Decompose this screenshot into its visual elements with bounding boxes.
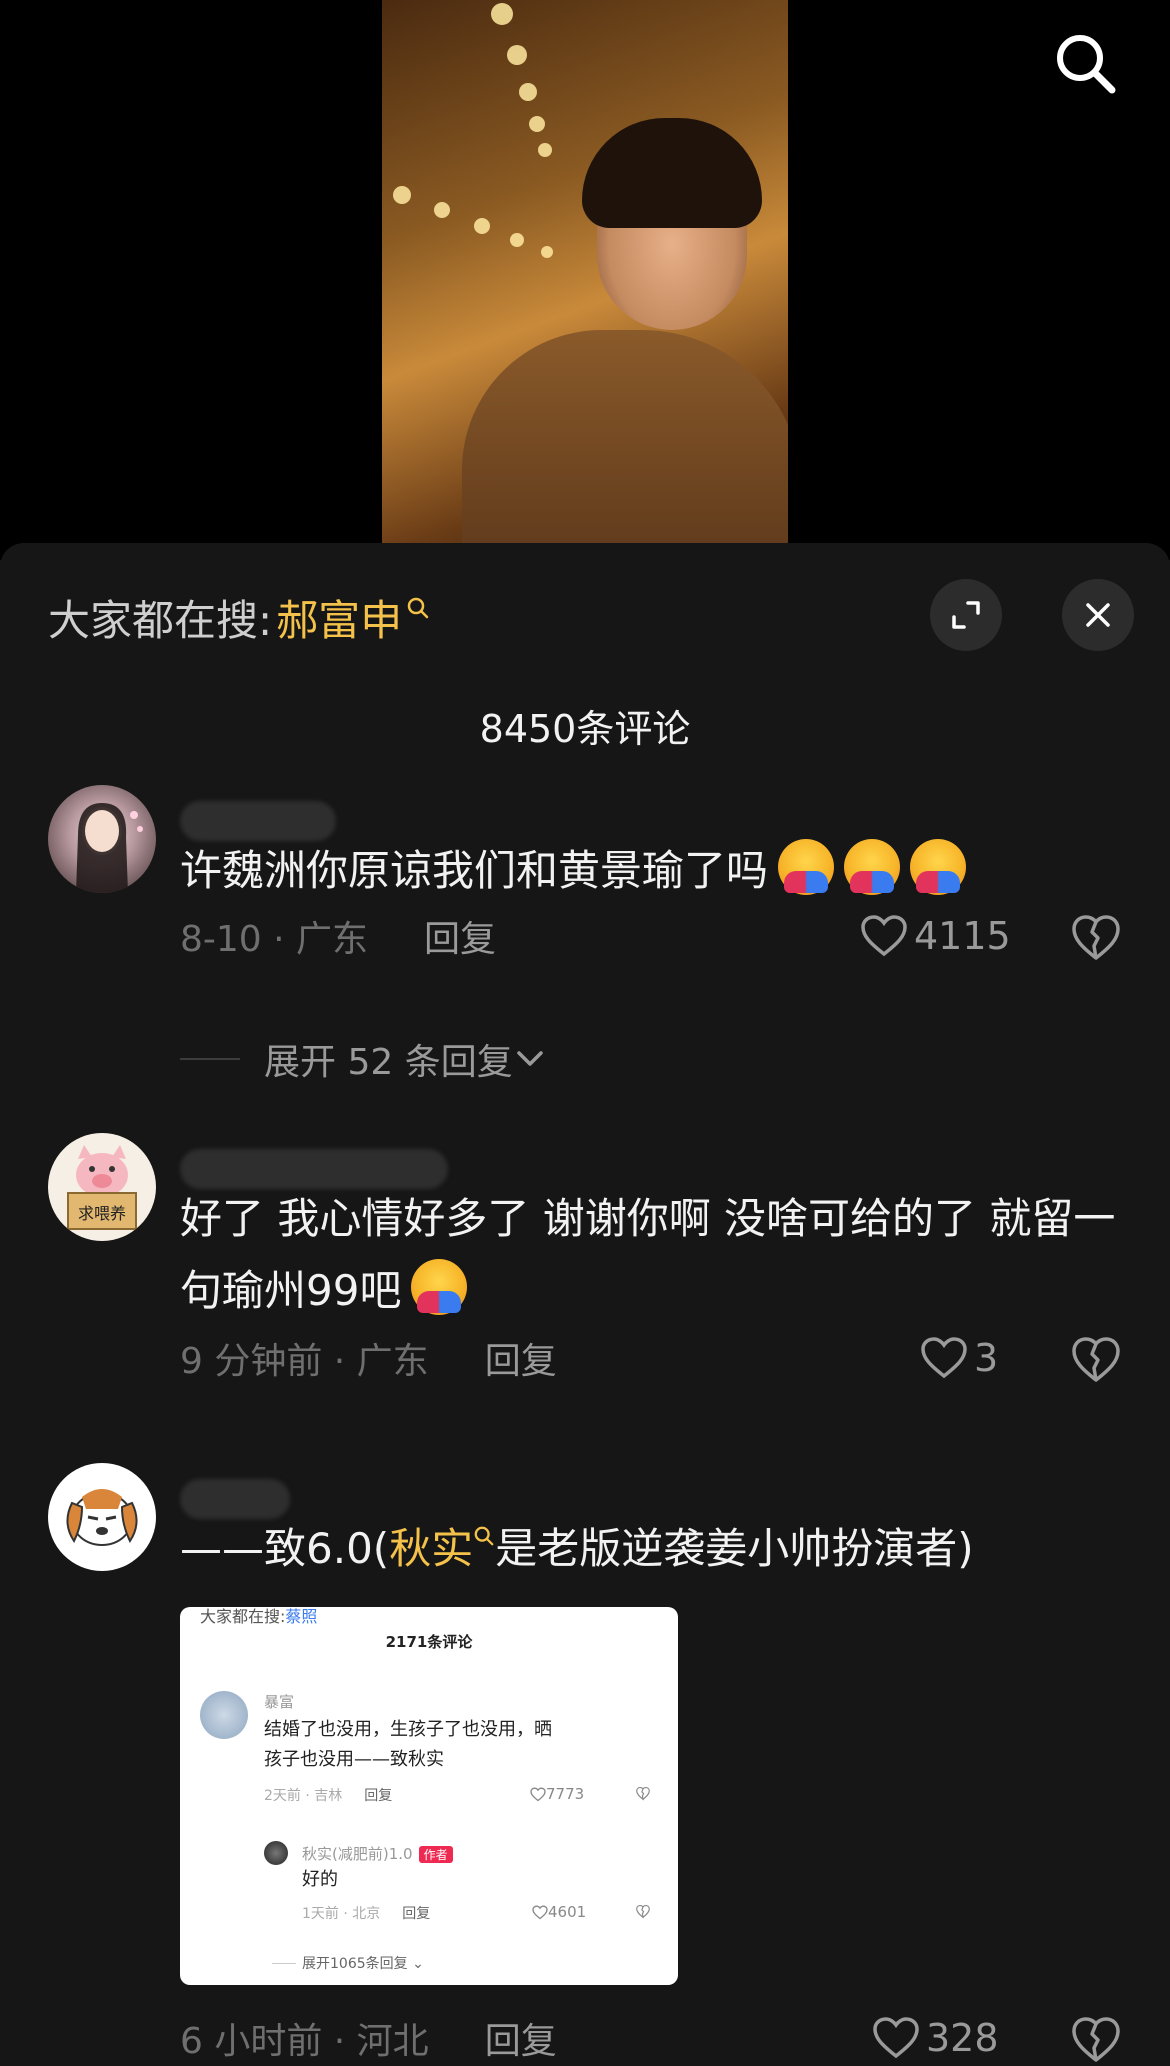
comment-meta: 6 小时前 · 河北 回复 xyxy=(180,2013,557,2063)
card-comment-meta: 2天前 · 吉林 回复 xyxy=(264,1788,393,1804)
hot-search-term[interactable]: 秋实 xyxy=(389,1524,473,1573)
like-button[interactable]: 3 xyxy=(920,1330,998,1386)
comment-text: 许魏洲你原谅我们和黄景瑜了吗 xyxy=(180,835,1120,907)
comment-count: 8450条评论 xyxy=(479,707,691,751)
hot-search-term[interactable]: 郝富申 xyxy=(276,587,402,648)
divider-line xyxy=(180,1058,240,1060)
hug-emoji xyxy=(411,1259,468,1315)
avatar[interactable] xyxy=(48,785,156,893)
broken-heart-icon xyxy=(636,1786,650,1801)
embedded-screenshot[interactable]: 大家都在搜:蔡照 2171条评论 暴富 结婚了也没用，生孩子了也没用，晒孩子也没… xyxy=(180,1607,678,1985)
video-frame xyxy=(382,0,788,545)
card-like: 7773 xyxy=(530,1785,584,1803)
card-comment-count: 2171条评论 xyxy=(385,1633,473,1651)
card-author-name: 秋实(减肥前)1.0 作者 xyxy=(302,1843,453,1864)
avatar-portrait xyxy=(76,803,143,893)
comment-text: 好了 我心情好多了 谢谢你啊 没啥可给的了 就留一句瑜州99吧 xyxy=(180,1194,1116,1315)
card-comment-text: 结婚了也没用，生孩子了也没用，晒孩子也没用——致秋实 xyxy=(264,1719,552,1770)
broken-heart-icon[interactable] xyxy=(1068,908,1124,964)
dog-avatar xyxy=(66,1489,138,1546)
card-username: 暴富 xyxy=(264,1693,295,1711)
search-icon xyxy=(407,597,429,619)
comment-meta: 8-10 · 广东 回复 xyxy=(180,911,496,961)
like-count: 328 xyxy=(926,2016,999,2060)
search-icon[interactable] xyxy=(1050,28,1120,98)
comment-panel: 大家都在搜: 郝富申 8450条评论 许魏洲你原谅我们和黄景瑜了吗 8-10 ·… xyxy=(0,543,1170,2063)
reply-button[interactable]: 回复 xyxy=(485,1332,557,1384)
card-author-avatar xyxy=(264,1841,288,1865)
card-expand-replies: 展开1065条回复 ⌄ xyxy=(272,1953,424,1973)
chevron-down-icon xyxy=(516,1051,543,1066)
expand-replies-label: 展开 52 条回复 xyxy=(264,1042,513,1083)
hug-emoji xyxy=(778,839,835,895)
comment-time-location: 6 小时前 · 河北 xyxy=(180,2021,429,2062)
pig-in-box-avatar: 求喂养 xyxy=(67,1145,137,1230)
hot-search-prefix: 大家都在搜: xyxy=(48,595,273,645)
fullscreen-icon xyxy=(952,601,980,629)
close-button[interactable] xyxy=(1062,579,1134,651)
comment-time-location: 9 分钟前 · 广东 xyxy=(180,1341,429,1382)
hot-search-bar[interactable]: 大家都在搜: 郝富申 xyxy=(48,587,430,647)
video-player[interactable] xyxy=(0,0,1170,560)
comment-meta: 9 分钟前 · 广东 回复 xyxy=(180,1333,557,1383)
like-button[interactable]: 328 xyxy=(872,2010,999,2066)
broken-heart-icon[interactable] xyxy=(1068,1330,1124,1386)
heart-icon xyxy=(921,1337,967,1379)
like-count: 3 xyxy=(974,1336,999,1380)
close-icon xyxy=(1086,603,1110,627)
reply-button[interactable]: 回复 xyxy=(485,2012,557,2064)
broken-heart-icon[interactable] xyxy=(1068,2010,1124,2066)
avatar[interactable]: 求喂养 xyxy=(48,1133,156,1241)
card-hot-search: 大家都在搜:蔡照 xyxy=(200,1607,318,1626)
comment-time-location: 8-10 · 广东 xyxy=(180,919,369,960)
card-reply-text: 好的 xyxy=(302,1869,338,1890)
person-body xyxy=(462,330,788,545)
card-like: 4601 xyxy=(532,1903,586,1921)
expand-replies[interactable]: 展开 52 条回复 xyxy=(180,1033,547,1085)
heart-icon xyxy=(861,915,907,957)
reply-button[interactable]: 回复 xyxy=(424,910,496,962)
heart-icon xyxy=(530,1786,546,1801)
avatar[interactable] xyxy=(48,1463,156,1571)
expand-button[interactable] xyxy=(930,579,1002,651)
heart-icon xyxy=(873,2017,919,2059)
card-reply-meta: 1天前 · 北京 回复 xyxy=(302,1906,431,1922)
broken-heart-icon xyxy=(636,1904,650,1919)
like-button[interactable]: 4115 xyxy=(860,908,1011,964)
svg-text:求喂养: 求喂养 xyxy=(78,1204,126,1223)
hug-emoji xyxy=(844,839,901,895)
card-avatar xyxy=(200,1691,248,1739)
like-count: 4115 xyxy=(914,914,1011,958)
heart-icon xyxy=(532,1904,548,1919)
hug-emoji xyxy=(910,839,967,895)
search-icon xyxy=(474,1526,494,1546)
comment-text: ——致6.0(秋实 是老版逆袭姜小帅扮演者) xyxy=(180,1524,974,1573)
